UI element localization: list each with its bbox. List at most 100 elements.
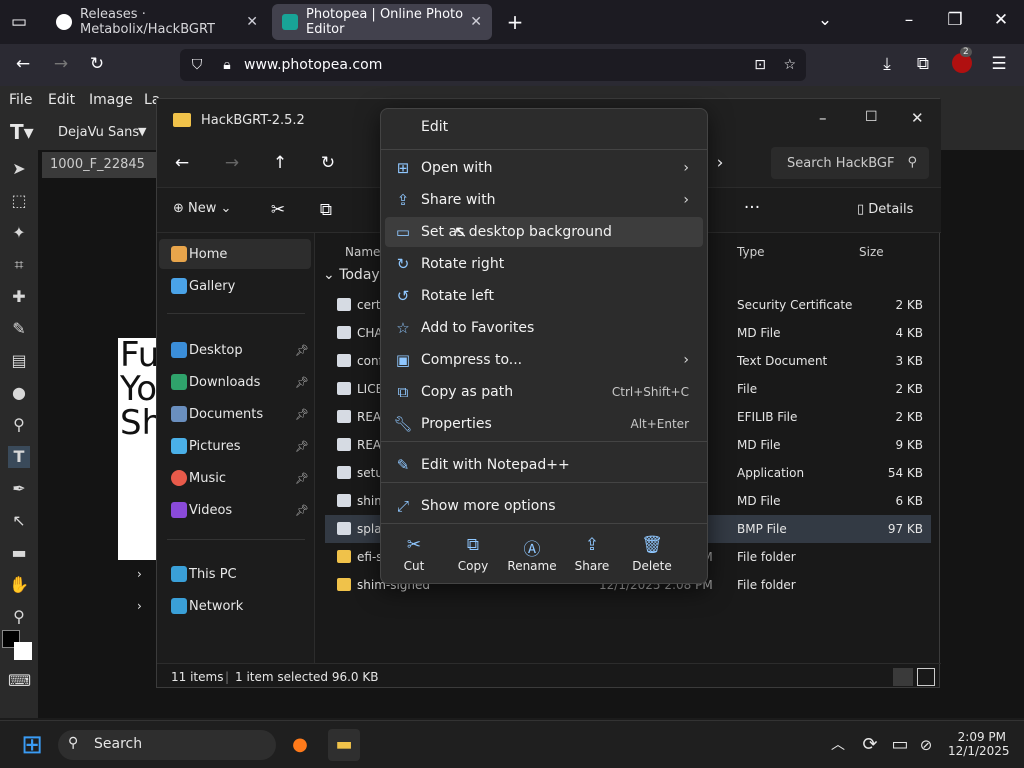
maximize-icon[interactable]: ☐	[865, 109, 878, 125]
taskbar-search[interactable]: ⚲ Search	[58, 730, 276, 760]
start-icon[interactable]: ⊞	[16, 729, 48, 761]
forward-icon[interactable]: →	[48, 54, 74, 74]
menu-item-add-to-favorites[interactable]: ☆ Add to Favorites	[385, 313, 703, 343]
sidebar-item-desktop[interactable]: Desktop 📌︎	[159, 335, 311, 365]
menu-file[interactable]: File	[9, 92, 32, 108]
minimize-icon[interactable]: –	[896, 10, 922, 30]
new-tab-button[interactable]: +	[502, 10, 528, 34]
share-action[interactable]: ⇪ Share	[563, 535, 621, 573]
hand-tool-icon[interactable]: ✋	[8, 574, 30, 596]
close-tab-icon[interactable]: ✕	[470, 14, 482, 30]
sync-icon[interactable]: ⟳	[854, 729, 886, 761]
pin-icon[interactable]: 📌︎	[295, 472, 309, 485]
menu-item-properties[interactable]: 🔧︎ Properties Alt+Enter	[385, 409, 703, 439]
sidebar-item-gallery[interactable]: Gallery	[159, 271, 311, 301]
shield-icon[interactable]: ⛉	[180, 57, 214, 73]
sidebar-item-downloads[interactable]: Downloads 📌︎	[159, 367, 311, 397]
sidebar-item-network[interactable]: › Network	[137, 591, 311, 621]
menu-item-copy-as-path[interactable]: ⧉ Copy as path Ctrl+Shift+C	[385, 377, 703, 407]
chevron-up-icon[interactable]: ︿	[822, 729, 854, 761]
menu-item-set-as-desktop-background[interactable]: ▭ Set as desktop background	[385, 217, 703, 247]
keyboard-icon[interactable]: ⌨	[8, 670, 31, 692]
bookmark-star-icon[interactable]: ☆	[783, 57, 796, 73]
pen-tool-icon[interactable]: ✒	[8, 478, 30, 500]
blur-tool-icon[interactable]: ●	[8, 382, 30, 404]
sidebar-item-music[interactable]: Music 📌︎	[159, 463, 311, 493]
column-type[interactable]: Type	[737, 245, 765, 259]
type-tool-icon[interactable]: T▾	[10, 120, 34, 144]
pin-icon[interactable]: 📌︎	[295, 440, 309, 453]
font-select[interactable]: DejaVu Sans	[58, 125, 139, 140]
path-select-icon[interactable]: ↖	[8, 510, 30, 532]
back-icon[interactable]: ←	[169, 153, 195, 173]
more-options-icon[interactable]: ···	[739, 198, 765, 218]
pin-icon[interactable]: 📌︎	[295, 376, 309, 389]
sidebar-item-home[interactable]: Home	[159, 239, 311, 269]
lock-icon[interactable]: 🔒︎	[214, 57, 240, 73]
delete-action[interactable]: 🗑︎ Delete	[623, 535, 681, 573]
menu-item-edit[interactable]: Edit	[385, 112, 703, 142]
install-app-icon[interactable]: ⊡	[754, 57, 766, 73]
document-tab[interactable]: 1000_F_22845	[42, 152, 158, 178]
gradient-tool-icon[interactable]: ▤	[8, 350, 30, 372]
url-text[interactable]: www.photopea.com	[244, 57, 382, 73]
chevron-down-icon[interactable]: ▼	[138, 125, 146, 138]
move-tool-icon[interactable]: ➤	[8, 158, 30, 180]
copy-icon[interactable]: ⧉	[313, 200, 339, 220]
chevron-right-icon[interactable]: ›	[707, 153, 733, 173]
magic-wand-icon[interactable]: ✦	[8, 222, 30, 244]
canvas-image[interactable]: Fu Yo Sh	[118, 338, 158, 560]
menu-item-compress-to[interactable]: ▣ Compress to... ›	[385, 345, 703, 375]
tab-list-chevron-icon[interactable]: ⌄	[812, 10, 838, 30]
brush-tool-icon[interactable]: ✎	[8, 318, 30, 340]
background-color[interactable]	[14, 642, 32, 660]
menu-item-open-with[interactable]: ⊞ Open with ›	[385, 153, 703, 183]
group-header[interactable]: ⌄ Today	[323, 267, 380, 283]
details-pane-button[interactable]: ▯ Details	[857, 202, 913, 217]
file-explorer-icon[interactable]: ▬	[328, 729, 360, 761]
close-icon[interactable]: ✕	[911, 109, 924, 127]
column-name[interactable]: Name	[345, 245, 380, 259]
menu-item-edit-with-notepad[interactable]: ✎ Edit with Notepad++	[385, 450, 703, 480]
sidebar-item-videos[interactable]: Videos 📌︎	[159, 495, 311, 525]
up-icon[interactable]: ↑	[267, 153, 293, 173]
menu-item-rotate-right[interactable]: ↻ Rotate right	[385, 249, 703, 279]
tab-overview-icon[interactable]: ▭	[6, 12, 32, 32]
pin-icon[interactable]: 📌︎	[295, 344, 309, 357]
menu-image[interactable]: Image	[89, 92, 133, 108]
sidebar-item-documents[interactable]: Documents 📌︎	[159, 399, 311, 429]
refresh-icon[interactable]: ↻	[315, 153, 341, 173]
reload-icon[interactable]: ↻	[84, 54, 110, 74]
rename-action[interactable]: Ⓐ Rename	[503, 535, 561, 573]
menu-edit[interactable]: Edit	[48, 92, 75, 108]
cut-action[interactable]: ✂ Cut	[385, 535, 443, 573]
close-window-icon[interactable]: ✕	[988, 10, 1014, 30]
pin-icon[interactable]: 📌︎	[295, 408, 309, 421]
maximize-icon[interactable]: ❐	[942, 10, 968, 30]
copy-action[interactable]: ⧉ Copy	[444, 535, 502, 573]
back-icon[interactable]: ←	[10, 54, 36, 74]
minimize-icon[interactable]: –	[819, 109, 827, 127]
downloads-icon[interactable]: ⤓	[874, 54, 900, 74]
volume-icon[interactable]: ⊘	[910, 729, 942, 761]
menu-item-show-more-options[interactable]: ⤢ Show more options	[385, 491, 703, 521]
marquee-tool-icon[interactable]: ⬚	[8, 190, 30, 212]
menu-item-rotate-left[interactable]: ↺ Rotate left	[385, 281, 703, 311]
sidebar-item-pictures[interactable]: Pictures 📌︎	[159, 431, 311, 461]
chevron-right-icon[interactable]: ›	[137, 599, 142, 613]
column-size[interactable]: Size	[859, 245, 884, 259]
type-tool-icon[interactable]: T	[8, 446, 30, 468]
search-input[interactable]: Search HackBGF ⚲	[771, 147, 929, 179]
extensions-icon[interactable]: ⧉	[910, 54, 936, 74]
tiles-view-icon[interactable]	[917, 668, 935, 686]
shape-tool-icon[interactable]: ▬	[8, 542, 30, 564]
details-view-icon[interactable]	[893, 668, 913, 686]
url-bar[interactable]: ⛉ 🔒︎ www.photopea.com ⊡ ☆	[180, 49, 806, 81]
menu-icon[interactable]: ☰	[986, 54, 1012, 74]
clock[interactable]: 2:09 PM 12/1/2025	[948, 730, 1010, 758]
crop-tool-icon[interactable]: ⌗	[8, 254, 30, 276]
new-button[interactable]: ⊕ New ⌄	[173, 201, 231, 216]
firefox-icon[interactable]: ●	[284, 729, 316, 761]
sidebar-item-this-pc[interactable]: › This PC	[137, 559, 311, 589]
close-tab-icon[interactable]: ✕	[246, 14, 258, 30]
